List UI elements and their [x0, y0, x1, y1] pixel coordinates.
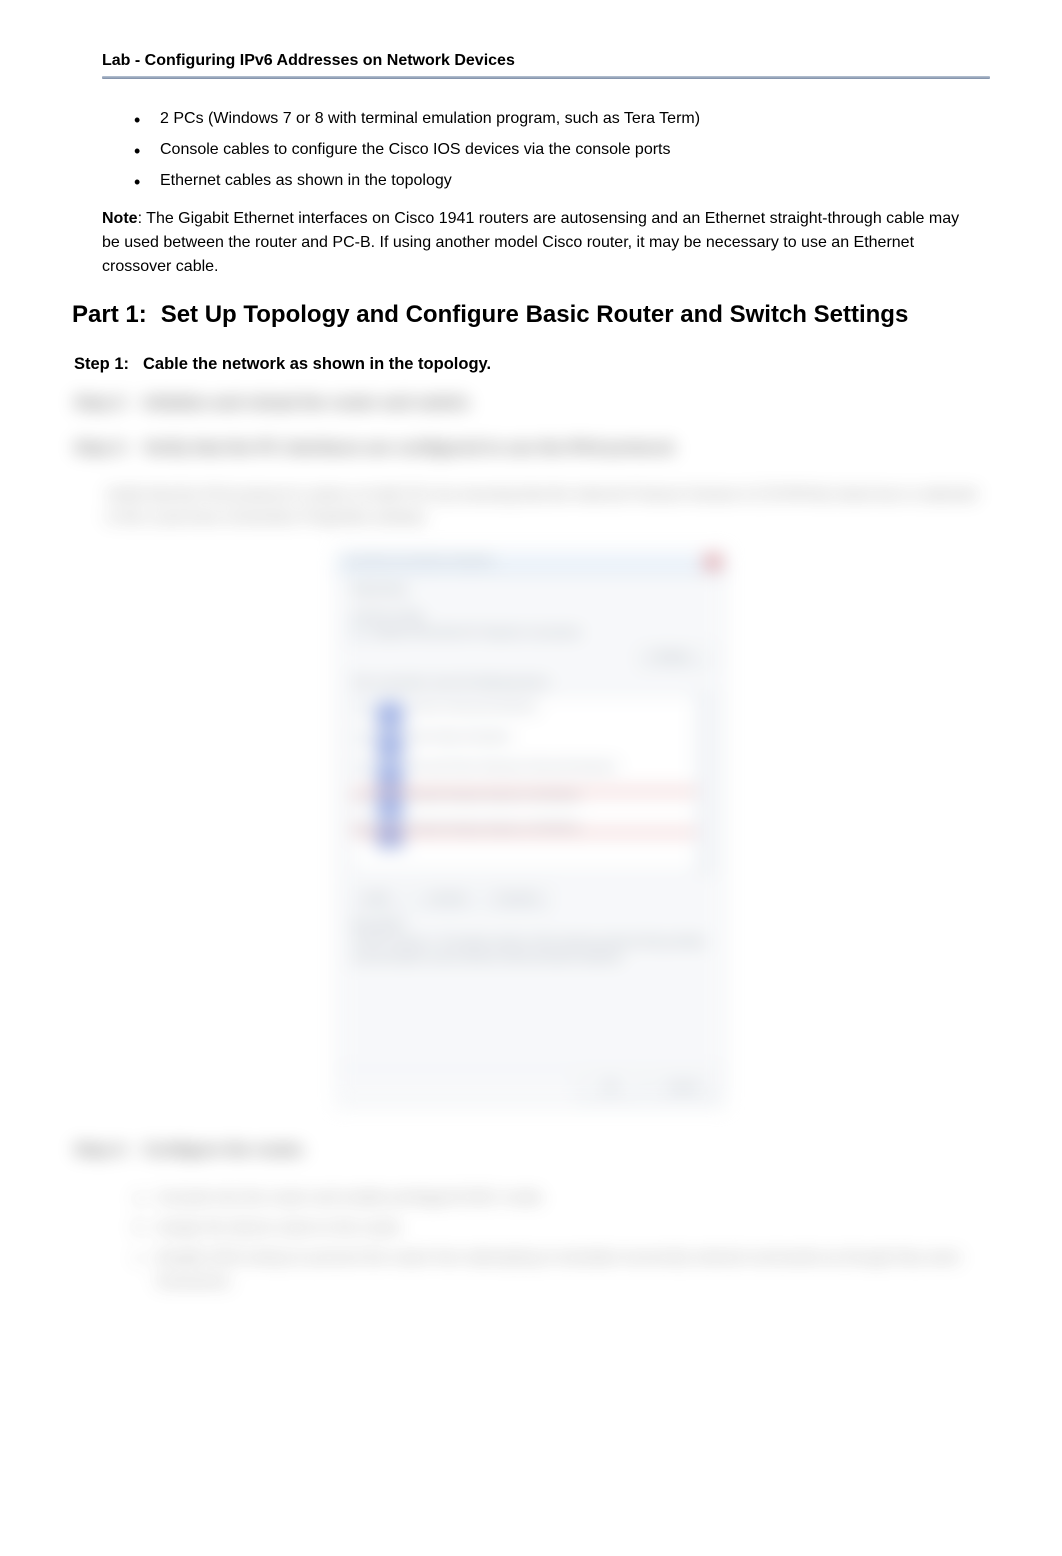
step-text: Verify that the PC interfaces are config…	[143, 439, 990, 458]
requirements-list: 2 PCs (Windows 7 or 8 with terminal emul…	[134, 107, 990, 193]
dialog-title: Local Area Connection Properties	[345, 555, 494, 566]
checkbox-icon[interactable]	[358, 792, 371, 805]
component-icon	[377, 792, 403, 818]
note-text: : The Gigabit Ethernet interfaces on Cis…	[102, 210, 959, 275]
list-item-text: Internet Protocol Version 4 (TCP/IPv4)	[409, 822, 579, 833]
items-label: This connection uses the following items…	[351, 677, 711, 689]
step-text: Cable the network as shown in the topolo…	[143, 355, 990, 374]
checkbox-icon[interactable]	[358, 762, 371, 775]
item-letter: b.	[134, 1216, 147, 1240]
list-item-text: Internet Protocol Version 6 (TCP/IPv6)	[409, 792, 579, 803]
component-icon	[377, 732, 403, 758]
list-item: c. Disable DNS lookup to prevent the rout…	[134, 1246, 990, 1294]
dialog-titlebar: Local Area Connection Properties	[337, 552, 725, 574]
step-3-heading: Step 3: Verify that the PC interfaces ar…	[74, 439, 990, 458]
list-item-text: File and Printer Sharing for Microsoft N…	[409, 762, 616, 773]
step-label: Step 1:	[74, 355, 129, 374]
step-2-heading: Step 2: Initialize and reload the router…	[74, 394, 990, 413]
blurred-content-region: Step 2: Initialize and reload the router…	[72, 394, 990, 1294]
step-3-paragraph: Verify that the IPv6 protocol is active …	[106, 484, 980, 529]
note-paragraph: Note: The Gigabit Ethernet interfaces on…	[102, 207, 980, 279]
part-label: Part 1:	[72, 301, 147, 329]
connect-using-label: Connect using:	[351, 610, 711, 622]
ok-button[interactable]: OK	[579, 1077, 643, 1099]
list-item: a. Console into the router and enable pri…	[134, 1186, 990, 1210]
close-icon[interactable]	[705, 555, 721, 569]
cancel-button[interactable]: Cancel	[651, 1077, 715, 1099]
item-letter: c.	[134, 1246, 146, 1270]
description-label: Description	[351, 919, 711, 931]
uninstall-button[interactable]: Uninstall	[415, 887, 475, 909]
list-item: Ethernet cables as shown in the topology	[134, 169, 990, 194]
list-item: 2 PCs (Windows 7 or 8 with terminal emul…	[134, 107, 990, 132]
checkbox-icon[interactable]	[358, 822, 371, 835]
item-text: Disable DNS lookup to prevent the router…	[156, 1249, 961, 1290]
checkbox-icon[interactable]	[358, 732, 371, 745]
install-button[interactable]: Install...	[351, 887, 407, 909]
step-4-heading: Step 4: Configure the router.	[74, 1141, 990, 1160]
step-label: Step 3:	[74, 439, 129, 458]
list-item-text: Client for Microsoft Networks	[409, 702, 537, 713]
dialog-footer: OK Cancel	[337, 1068, 725, 1106]
step-1-heading: Step 1: Cable the network as shown in th…	[74, 355, 990, 374]
page-header-title: Lab - Configuring IPv6 Addresses on Netw…	[102, 52, 990, 70]
step-text: Configure the router.	[143, 1141, 990, 1160]
adapter-name: Intel(R) PRO/1000 MT Network Connection	[370, 627, 581, 639]
scrollbar[interactable]	[696, 694, 710, 872]
item-letter: a.	[134, 1186, 147, 1210]
part-title: Set Up Topology and Configure Basic Rout…	[161, 301, 909, 329]
component-icon	[377, 702, 403, 728]
step-text: Initialize and reload the router and swi…	[143, 394, 990, 413]
note-label: Note	[102, 210, 138, 227]
part-heading: Part 1: Set Up Topology and Configure Ba…	[72, 301, 990, 329]
header-divider	[102, 76, 990, 79]
item-text: Console into the router and enable privi…	[156, 1189, 545, 1206]
component-icon	[377, 822, 403, 848]
connection-items-listbox[interactable]: Client for Microsoft Networks QoS Packet…	[351, 693, 711, 873]
list-item-text: QoS Packet Scheduler	[409, 732, 510, 743]
item-text: Assign the device name to the router.	[156, 1219, 404, 1236]
dialog-tab[interactable]: Networking	[351, 584, 711, 596]
list-item: b. Assign the device name to the router.	[134, 1216, 990, 1240]
list-item: Console cables to configure the Cisco IO…	[134, 138, 990, 163]
properties-button[interactable]: Properties	[484, 887, 552, 909]
configure-button[interactable]: Configure...	[637, 645, 711, 667]
step-4-sublist: a. Console into the router and enable pri…	[134, 1186, 990, 1294]
dialog-screenshot: Local Area Connection Properties Network…	[336, 551, 726, 1107]
checkbox-icon[interactable]	[358, 702, 371, 715]
component-icon	[377, 762, 403, 788]
step-label: Step 4:	[74, 1141, 129, 1160]
adapter-icon	[351, 626, 364, 639]
step-label: Step 2:	[74, 394, 129, 413]
description-text: TCP/IP version 6. The latest version of …	[351, 935, 711, 966]
